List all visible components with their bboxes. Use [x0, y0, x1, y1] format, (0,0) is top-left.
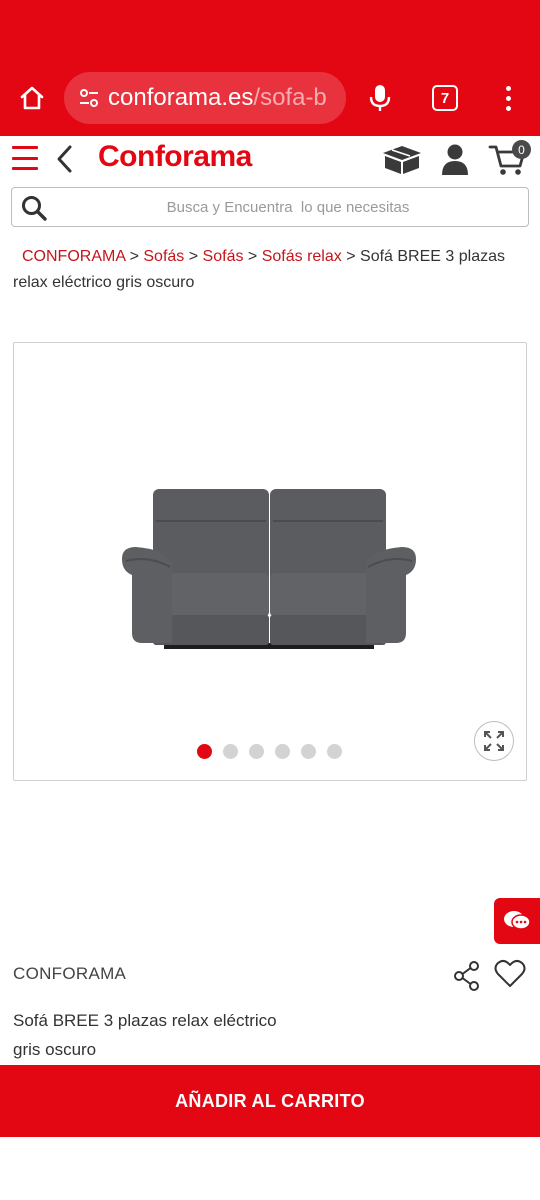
fullscreen-zoom-button[interactable] [474, 721, 514, 761]
cart-count-badge: 0 [512, 140, 531, 159]
gallery-dot-4[interactable] [275, 744, 290, 759]
gallery-pagination [197, 744, 342, 759]
expand-icon [484, 731, 504, 751]
gallery-dot-2[interactable] [223, 744, 238, 759]
gallery-dot-6[interactable] [327, 744, 342, 759]
gallery-dot-1[interactable] [197, 744, 212, 759]
breadcrumb-link-home[interactable]: CONFORAMA [22, 248, 125, 265]
breadcrumb-separator: > [346, 248, 356, 265]
url-domain: conforama.es [108, 84, 254, 111]
breadcrumb-link-sofas[interactable]: Sofás [143, 248, 184, 265]
breadcrumb-link-sofas-2[interactable]: Sofás [203, 248, 244, 265]
browser-menu-button[interactable] [496, 80, 520, 116]
site-header: Conforama [0, 136, 540, 182]
search-input[interactable]: Busca y Encuentra lo que necesitas [11, 187, 529, 227]
product-title-line-2: gris oscuro [13, 1040, 97, 1059]
breadcrumb-separator: > [247, 248, 258, 265]
chat-button[interactable] [494, 898, 540, 944]
hamburger-menu-icon[interactable] [12, 146, 38, 170]
conforama-logo[interactable]: Conforama [98, 140, 252, 174]
home-button[interactable] [14, 80, 50, 116]
heart-icon[interactable] [494, 958, 526, 990]
user-icon[interactable] [440, 142, 470, 176]
tab-switcher-button[interactable]: 7 [432, 85, 458, 111]
home-icon [20, 86, 44, 110]
breadcrumb: CONFORAMA > Sofás > Sofás > Sofás relax … [13, 244, 513, 296]
chat-bubbles-icon [504, 911, 531, 930]
breadcrumb-separator: > [188, 248, 199, 265]
search-placeholder: Busca y Encuentra lo que necesitas [166, 199, 410, 216]
breadcrumb-link-sofas-relax[interactable]: Sofás relax [262, 248, 342, 265]
product-image-sofa[interactable] [120, 485, 418, 657]
back-arrow-icon[interactable] [54, 144, 76, 174]
gallery-dot-5[interactable] [301, 744, 316, 759]
breadcrumb-separator: > [129, 248, 139, 265]
box-icon[interactable] [380, 142, 424, 176]
product-title-line-1: Sofá BREE 3 plazas relax eléctrico [13, 1011, 277, 1030]
add-to-cart-button[interactable]: AÑADIR AL CARRITO [0, 1065, 540, 1137]
url-path: /sofa-b [253, 84, 327, 111]
url-bar[interactable]: conforama.es/sofa-b [64, 72, 346, 124]
site-settings-icon[interactable] [76, 85, 102, 111]
product-title: Sofá BREE 3 plazas relax eléctrico gris … [13, 1006, 313, 1064]
product-brand[interactable]: CONFORAMA [13, 964, 126, 984]
voice-search-button[interactable] [364, 80, 396, 116]
tab-count: 7 [440, 89, 450, 107]
browser-toolbar: conforama.es/sofa-b 7 [0, 0, 540, 136]
url-text: conforama.es/sofa-b [108, 84, 327, 112]
more-vert-icon [505, 85, 511, 91]
microphone-icon [369, 85, 391, 111]
product-image-gallery[interactable] [13, 342, 527, 781]
share-icon[interactable] [452, 960, 482, 992]
browser-row: conforama.es/sofa-b 7 [0, 70, 540, 126]
gallery-dot-3[interactable] [249, 744, 264, 759]
